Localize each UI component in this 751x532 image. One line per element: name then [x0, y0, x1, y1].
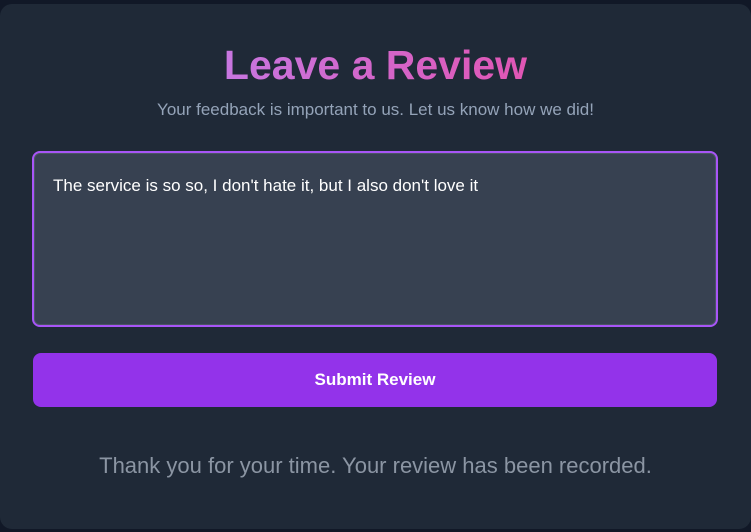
status-message: Thank you for your time. Your review has…	[99, 453, 652, 478]
page-subtitle: Your feedback is important to us. Let us…	[157, 100, 594, 119]
submit-review-button[interactable]: Submit Review	[33, 353, 717, 407]
review-card: Leave a Review Your feedback is importan…	[0, 4, 751, 529]
review-textarea[interactable]: The service is so so, I don't hate it, b…	[32, 151, 718, 327]
page-title: Leave a Review	[223, 42, 528, 88]
